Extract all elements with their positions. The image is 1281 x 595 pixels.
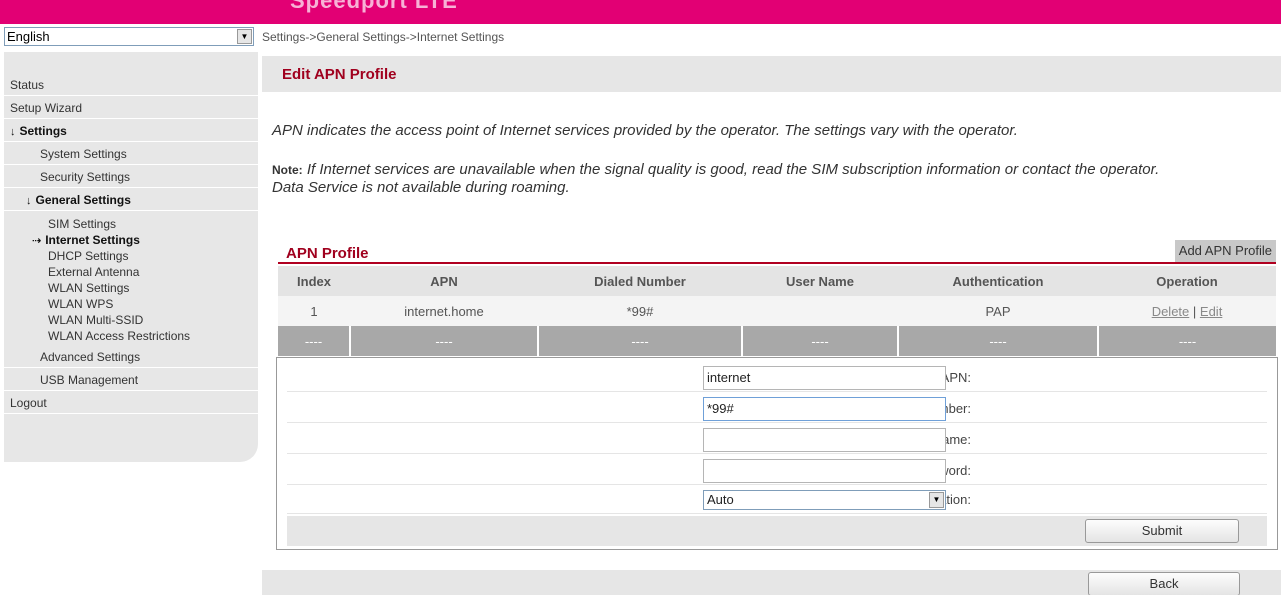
- column-header-dialed-number: Dialed Number: [538, 266, 742, 296]
- sidebar-item-setup-wizard[interactable]: Setup Wizard: [4, 97, 258, 119]
- dialed-number-input[interactable]: *99#: [703, 397, 946, 421]
- sidebar-item-usb-management[interactable]: USB Management: [4, 369, 258, 391]
- footer-bar: Back: [262, 570, 1281, 595]
- cell-placeholder: ----: [1098, 326, 1276, 356]
- page-note: Note: If Internet services are unavailab…: [272, 161, 1262, 197]
- sidebar-item-wlan-access-restrictions[interactable]: WLAN Access Restrictions: [4, 328, 258, 344]
- user-name-input[interactable]: [703, 428, 946, 452]
- cell-user-name: [742, 296, 898, 326]
- sidebar-item-system-settings[interactable]: System Settings: [4, 143, 258, 165]
- form-row-dialed-number: Dialed Number: *99#: [287, 395, 1267, 423]
- table-row-editing: ---- ---- ---- ---- ---- ----: [278, 326, 1276, 356]
- edit-link[interactable]: Edit: [1200, 304, 1222, 319]
- sidebar-item-advanced-settings[interactable]: Advanced Settings: [4, 346, 258, 368]
- arrow-down-icon: ↓: [26, 195, 32, 207]
- cell-operation: Delete | Edit: [1098, 296, 1276, 326]
- submit-button[interactable]: Submit: [1085, 519, 1239, 543]
- cell-placeholder: ----: [278, 326, 351, 356]
- sidebar-item-wlan-settings[interactable]: WLAN Settings: [4, 280, 258, 296]
- sidebar-item-logout[interactable]: Logout: [4, 392, 258, 414]
- sidebar-item-wlan-wps[interactable]: WLAN WPS: [4, 296, 258, 312]
- back-button[interactable]: Back: [1088, 572, 1240, 595]
- cell-placeholder: ----: [742, 326, 899, 356]
- column-header-index: Index: [278, 266, 350, 296]
- apn-profile-header: APN Profile Add APN Profile: [278, 240, 1276, 264]
- add-apn-profile-button[interactable]: Add APN Profile: [1174, 240, 1276, 262]
- roaming-text: Data Service is not available during roa…: [272, 179, 570, 196]
- form-row-user-name: User Name:: [287, 426, 1267, 454]
- page-title: Edit APN Profile: [282, 66, 397, 83]
- authentication-value: Auto: [707, 492, 734, 507]
- arrow-down-icon: ↓: [10, 126, 16, 138]
- sidebar-item-sim-settings[interactable]: SIM Settings: [4, 216, 258, 232]
- cell-placeholder: ----: [898, 326, 1099, 356]
- authentication-select[interactable]: Auto ▼: [703, 490, 946, 510]
- arrow-right-icon: ⇢: [32, 235, 42, 247]
- form-row-apn: APN: internet: [287, 364, 1267, 392]
- table-header-row: Index APN Dialed Number User Name Authen…: [278, 266, 1276, 296]
- sidebar-item-label: Settings: [19, 124, 67, 138]
- note-text: If Internet services are unavailable whe…: [302, 161, 1160, 178]
- cell-placeholder: ----: [538, 326, 743, 356]
- sidebar-item-label: General Settings: [35, 193, 131, 207]
- column-header-apn: APN: [350, 266, 538, 296]
- language-value: English: [7, 29, 50, 44]
- cell-apn: internet.home: [350, 296, 538, 326]
- cell-dialed-number: *99#: [538, 296, 742, 326]
- sidebar-item-external-antenna[interactable]: External Antenna: [4, 264, 258, 280]
- form-row-password: Password:: [287, 457, 1267, 485]
- apn-edit-form: APN: internet Dialed Number: *99# User N…: [276, 357, 1278, 550]
- column-header-authentication: Authentication: [898, 266, 1098, 296]
- sidebar: Status Setup Wizard ↓ Settings System Set…: [4, 52, 258, 462]
- sidebar-item-settings[interactable]: ↓ Settings: [4, 120, 258, 142]
- sidebar-item-security-settings[interactable]: Security Settings: [4, 166, 258, 188]
- top-banner: Speedport LTE: [0, 0, 1281, 24]
- table-row: 1 internet.home *99# PAP Delete | Edit: [278, 296, 1276, 326]
- sidebar-item-status[interactable]: Status: [4, 74, 258, 96]
- apn-profile-title: APN Profile: [286, 245, 369, 262]
- note-label: Note:: [272, 163, 303, 177]
- column-header-operation: Operation: [1098, 266, 1276, 296]
- link-separator: |: [1192, 303, 1197, 319]
- form-row-authentication: Authentication: Auto ▼: [287, 486, 1267, 514]
- language-select[interactable]: English ▼: [4, 27, 254, 46]
- sidebar-item-label: Internet Settings: [45, 233, 140, 247]
- sidebar-item-general-settings[interactable]: ↓ General Settings: [4, 189, 258, 211]
- submit-bar: Submit: [287, 516, 1267, 546]
- cell-placeholder: ----: [350, 326, 539, 356]
- chevron-down-icon[interactable]: ▼: [929, 492, 944, 508]
- delete-link[interactable]: Delete: [1152, 304, 1190, 319]
- brand-logo: Speedport LTE: [290, 0, 458, 13]
- sidebar-item-internet-settings[interactable]: ⇢ Internet Settings: [4, 232, 258, 248]
- breadcrumb: Settings->General Settings->Internet Set…: [262, 30, 505, 44]
- sidebar-item-dhcp-settings[interactable]: DHCP Settings: [4, 248, 258, 264]
- page-description: APN indicates the access point of Intern…: [272, 122, 1018, 139]
- apn-profile-table: Index APN Dialed Number User Name Authen…: [278, 266, 1276, 356]
- chevron-down-icon[interactable]: ▼: [237, 29, 252, 44]
- cell-authentication: PAP: [898, 296, 1098, 326]
- page-title-bar: Edit APN Profile: [262, 56, 1281, 92]
- apn-input[interactable]: internet: [703, 366, 946, 390]
- cell-index: 1: [278, 296, 350, 326]
- column-header-user-name: User Name: [742, 266, 898, 296]
- sidebar-item-wlan-multi-ssid[interactable]: WLAN Multi-SSID: [4, 312, 258, 328]
- password-input[interactable]: [703, 459, 946, 483]
